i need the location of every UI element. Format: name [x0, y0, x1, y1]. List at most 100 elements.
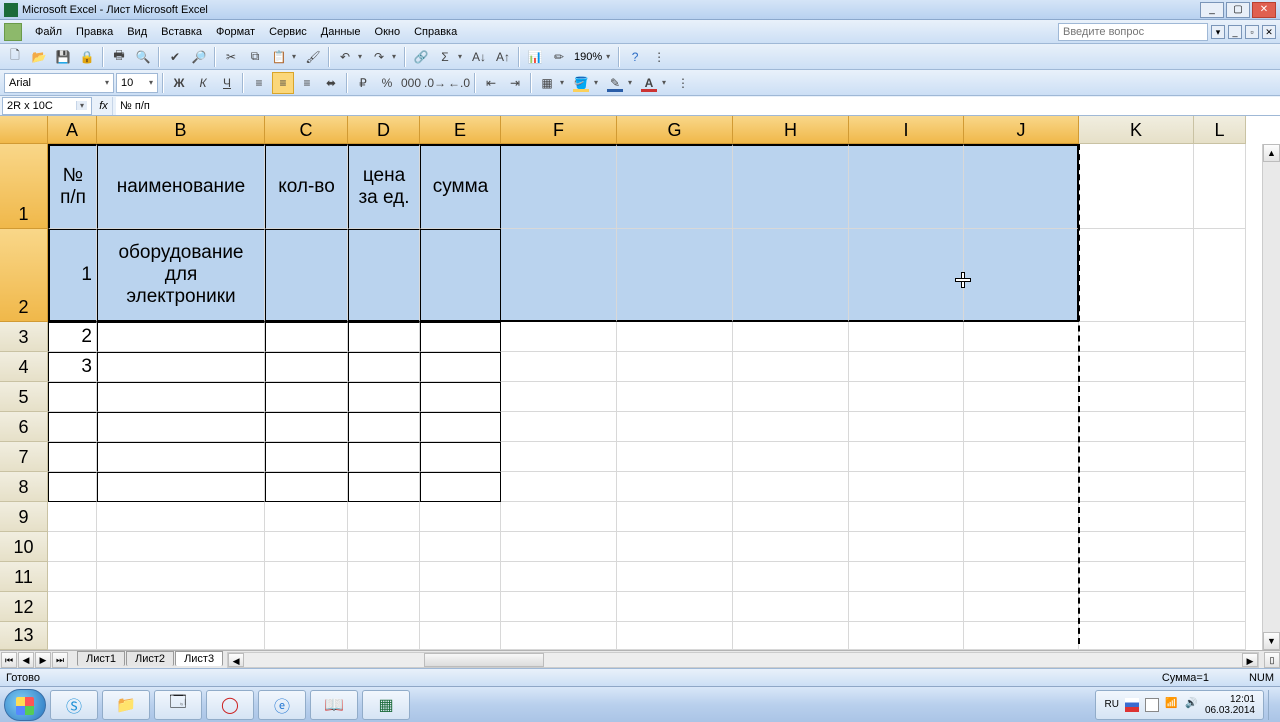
cell[interactable] — [97, 532, 265, 562]
cell[interactable] — [97, 412, 265, 442]
merge-center-icon[interactable]: ⬌ — [320, 72, 342, 94]
select-all-corner[interactable] — [0, 116, 48, 144]
column-header[interactable]: H — [733, 116, 849, 144]
cell[interactable] — [1079, 532, 1194, 562]
cell[interactable] — [48, 412, 97, 442]
sheet-tab[interactable]: Лист3 — [175, 651, 223, 666]
cell[interactable] — [420, 352, 501, 382]
cell[interactable] — [849, 229, 964, 322]
cell[interactable] — [348, 352, 420, 382]
tab-nav-first-icon[interactable]: ⏮ — [1, 652, 17, 668]
tray-lang[interactable]: RU — [1104, 699, 1118, 710]
sheet-tab[interactable]: Лист1 — [77, 651, 125, 666]
sort-desc-icon[interactable]: A↑ — [492, 46, 514, 68]
cell[interactable] — [733, 472, 849, 502]
cell[interactable] — [97, 442, 265, 472]
fill-color-dropdown[interactable]: ▾ — [594, 78, 602, 87]
cell[interactable]: 2 — [48, 322, 97, 352]
cell[interactable] — [1194, 592, 1246, 622]
cell[interactable] — [501, 322, 617, 352]
taskbar-excel-icon[interactable]: ▦ — [362, 690, 410, 720]
save-icon[interactable]: 💾 — [52, 46, 74, 68]
scroll-down-icon[interactable]: ▼ — [1263, 632, 1280, 650]
cell[interactable] — [964, 592, 1079, 622]
cell[interactable] — [1079, 382, 1194, 412]
taskbar-explorer-icon[interactable]: 📁 — [102, 690, 150, 720]
row-header[interactable]: 9 — [0, 502, 48, 532]
cell[interactable] — [348, 562, 420, 592]
cell[interactable] — [97, 502, 265, 532]
cell[interactable] — [501, 532, 617, 562]
cell[interactable] — [617, 229, 733, 322]
tray-network-icon[interactable]: 📶 — [1165, 698, 1179, 712]
line-color-icon[interactable]: ✎ — [604, 72, 626, 94]
tray-clock[interactable]: 12:01 06.03.2014 — [1205, 694, 1255, 716]
menu-edit[interactable]: Правка — [69, 23, 120, 41]
autosum-dropdown[interactable]: ▾ — [458, 52, 466, 61]
align-right-icon[interactable]: ≡ — [296, 72, 318, 94]
menu-insert[interactable]: Вставка — [154, 23, 209, 41]
print-icon[interactable]: 🖶 — [108, 46, 130, 68]
cell[interactable] — [420, 472, 501, 502]
cell[interactable] — [1079, 144, 1194, 229]
cell[interactable] — [733, 322, 849, 352]
row-header[interactable]: 1 — [0, 144, 48, 229]
doc-restore-button[interactable]: ▫ — [1245, 25, 1259, 39]
cell[interactable] — [617, 352, 733, 382]
borders-dropdown[interactable]: ▾ — [560, 78, 568, 87]
vertical-scrollbar[interactable]: ▲ ▼ — [1262, 144, 1280, 650]
cell[interactable] — [1194, 322, 1246, 352]
help-search-input[interactable] — [1058, 23, 1208, 41]
cell[interactable] — [97, 622, 265, 650]
cell[interactable] — [1194, 472, 1246, 502]
cell[interactable] — [1079, 622, 1194, 650]
cell[interactable] — [48, 562, 97, 592]
tray-action-center-icon[interactable] — [1145, 698, 1159, 712]
toolbar-options-icon[interactable]: ⋮ — [648, 46, 670, 68]
cell[interactable] — [617, 502, 733, 532]
copy-icon[interactable]: ⧉ — [244, 46, 266, 68]
cell[interactable] — [97, 352, 265, 382]
system-tray[interactable]: RU 📶 🔊 12:01 06.03.2014 — [1095, 690, 1264, 720]
cell[interactable] — [964, 322, 1079, 352]
formula-input[interactable] — [116, 97, 1280, 115]
cell[interactable] — [348, 472, 420, 502]
autosum-icon[interactable]: Σ — [434, 46, 456, 68]
cell[interactable] — [617, 412, 733, 442]
cell[interactable] — [617, 562, 733, 592]
cell[interactable] — [1079, 562, 1194, 592]
cell[interactable] — [348, 229, 420, 322]
cell[interactable] — [1079, 412, 1194, 442]
cell[interactable] — [97, 472, 265, 502]
cell[interactable] — [849, 352, 964, 382]
currency-icon[interactable]: ₽ — [352, 72, 374, 94]
taskbar-app2-icon[interactable]: 📖 — [310, 690, 358, 720]
show-desktop-button[interactable] — [1268, 690, 1276, 720]
cell[interactable] — [420, 562, 501, 592]
cell[interactable] — [501, 352, 617, 382]
bold-icon[interactable]: Ж — [168, 72, 190, 94]
cell[interactable] — [733, 532, 849, 562]
cell[interactable] — [617, 592, 733, 622]
align-left-icon[interactable]: ≡ — [248, 72, 270, 94]
cell[interactable] — [501, 622, 617, 650]
cell[interactable] — [733, 229, 849, 322]
cell[interactable] — [97, 562, 265, 592]
cell[interactable] — [420, 532, 501, 562]
cell[interactable] — [501, 472, 617, 502]
row-header[interactable]: 12 — [0, 592, 48, 622]
cell[interactable] — [348, 532, 420, 562]
cell[interactable] — [733, 592, 849, 622]
cell[interactable] — [420, 592, 501, 622]
cell[interactable] — [1194, 532, 1246, 562]
cell[interactable] — [964, 382, 1079, 412]
taskbar-opera-icon[interactable]: ◯ — [206, 690, 254, 720]
cell[interactable] — [617, 144, 733, 229]
cell[interactable] — [617, 442, 733, 472]
cell[interactable] — [964, 144, 1079, 229]
cell[interactable] — [1194, 382, 1246, 412]
cell[interactable] — [501, 562, 617, 592]
close-button[interactable]: ✕ — [1252, 2, 1276, 18]
column-header[interactable]: D — [348, 116, 420, 144]
tab-nav-last-icon[interactable]: ⏭ — [52, 652, 68, 668]
